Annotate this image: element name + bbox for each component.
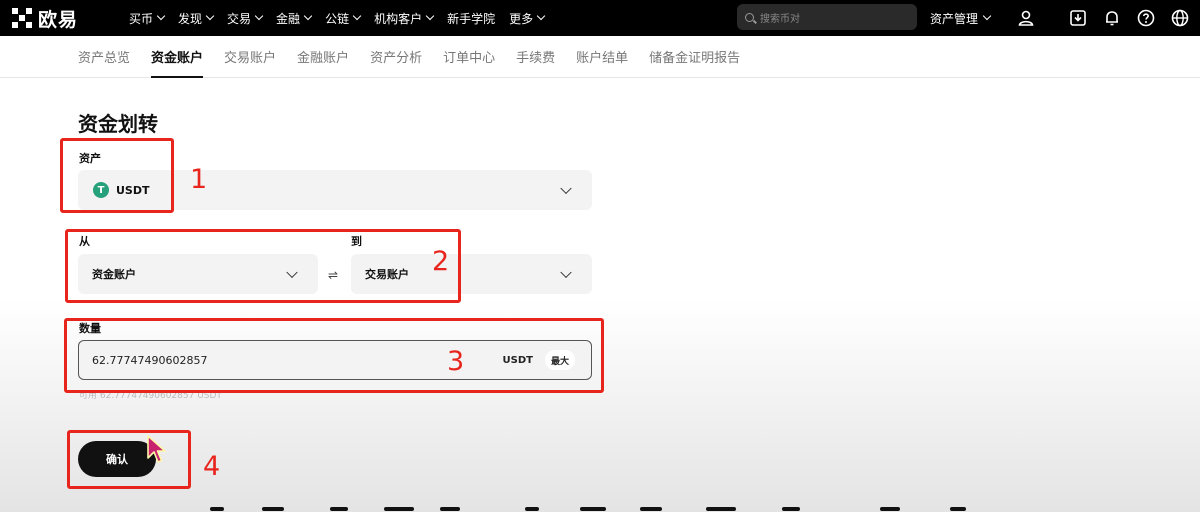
nav-item-chain[interactable]: 公链 (318, 0, 367, 36)
help-icon[interactable] (1136, 8, 1156, 28)
annotation-number-3: 3 (447, 346, 465, 377)
nav-label: 公链 (325, 11, 350, 26)
subnav-asset-analysis[interactable]: 资产分析 (370, 36, 422, 78)
annotation-number-4: 4 (203, 451, 221, 482)
annotation-box-3 (64, 318, 604, 393)
chevron-down-icon (156, 11, 166, 21)
nav-label: 更多 (509, 11, 534, 26)
annotation-number-1: 1 (190, 164, 208, 195)
search-placeholder: 搜索币对 (760, 13, 800, 25)
chevron-down-icon (560, 266, 572, 279)
chevron-down-icon (352, 11, 362, 21)
nav-item-trade[interactable]: 交易 (220, 0, 269, 36)
main-nav: 买币 发现 交易 金融 公链 机构客户 新手学院 更多 (122, 0, 551, 36)
top-navbar: 欧易 买币 发现 交易 金融 公链 机构客户 新手学院 更多 搜索币对 资产管理 (0, 0, 1200, 36)
nav-item-finance[interactable]: 金融 (269, 0, 318, 36)
chevron-down-icon (982, 11, 992, 21)
account-subnav: 资产总览 资金账户 交易账户 金融账户 资产分析 订单中心 手续费 账户结单 储… (0, 36, 1200, 78)
annotation-box-1 (60, 138, 174, 213)
nav-label: 机构客户 (374, 11, 423, 26)
user-icon[interactable] (1016, 8, 1036, 28)
search-input[interactable]: 搜索币对 (737, 4, 917, 30)
subnav-proof-of-reserves[interactable]: 储备金证明报告 (649, 36, 740, 78)
chevron-down-icon (303, 11, 313, 21)
nav-label: 新手学院 (447, 11, 496, 26)
annotation-box-2 (65, 229, 461, 303)
brand-logo[interactable]: 欧易 (12, 5, 112, 32)
subnav-asset-overview[interactable]: 资产总览 (78, 36, 130, 78)
subnav-fees[interactable]: 手续费 (516, 36, 555, 78)
nav-item-buy-crypto[interactable]: 买币 (122, 0, 171, 36)
brand-name: 欧易 (38, 8, 79, 31)
subnav-finance-account[interactable]: 金融账户 (297, 36, 349, 78)
nav-label: 发现 (178, 11, 203, 26)
nav-item-institutional[interactable]: 机构客户 (367, 0, 440, 36)
subnav-order-center[interactable]: 订单中心 (443, 36, 495, 78)
page-title: 资金划转 (78, 112, 158, 136)
subnav-funding-account[interactable]: 资金账户 (151, 36, 204, 78)
nav-item-discover[interactable]: 发现 (171, 0, 220, 36)
asset-management-label: 资产管理 (930, 11, 979, 26)
nav-label: 金融 (276, 11, 301, 26)
nav-item-more[interactable]: 更多 (502, 0, 551, 36)
asset-management-menu[interactable]: 资产管理 (930, 0, 992, 36)
download-icon[interactable] (1068, 8, 1088, 28)
chevron-down-icon (536, 11, 546, 21)
nav-label: 交易 (227, 11, 252, 26)
logo-mark-icon (12, 8, 32, 28)
subnav-statements[interactable]: 账户结单 (576, 36, 628, 78)
chevron-down-icon (205, 11, 215, 21)
chevron-down-icon (254, 11, 264, 21)
nav-item-academy[interactable]: 新手学院 (440, 0, 502, 36)
annotation-number-2: 2 (432, 246, 450, 277)
chevron-down-icon (560, 182, 572, 195)
bell-icon[interactable] (1102, 8, 1122, 28)
nav-label: 买币 (129, 11, 154, 26)
mouse-cursor-icon (147, 435, 166, 463)
chevron-down-icon (425, 11, 435, 21)
annotation-box-4 (67, 430, 191, 489)
globe-icon[interactable] (1170, 8, 1190, 28)
cropped-content-strip (0, 505, 1200, 512)
search-icon (745, 12, 754, 22)
subnav-trading-account[interactable]: 交易账户 (224, 36, 276, 78)
